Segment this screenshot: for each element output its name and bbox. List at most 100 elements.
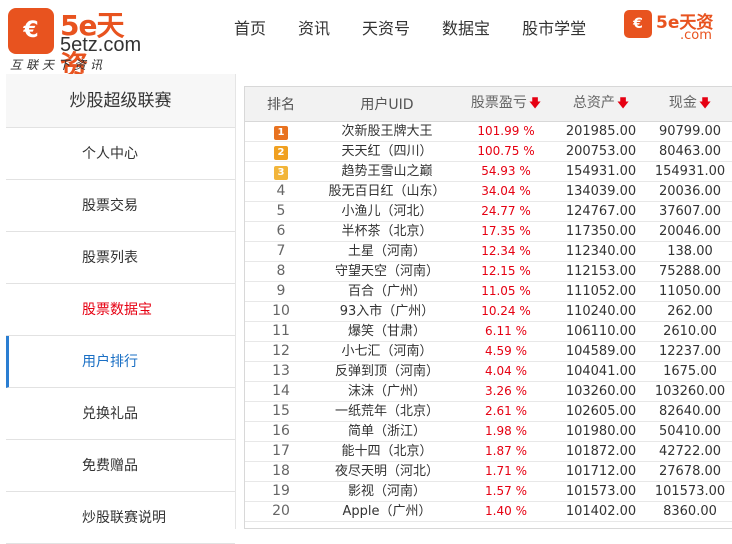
- cell-user[interactable]: 夜尽天明（河北）: [317, 461, 457, 482]
- rank-number: 4: [276, 182, 286, 199]
- table-header-row: 排名 用户UID 股票盈亏 🡇 总资产 🡇 现金 🡇: [245, 87, 732, 122]
- header-profit-sort[interactable]: 股票盈亏 🡇: [457, 87, 555, 122]
- nav-databao[interactable]: 数据宝: [442, 18, 490, 40]
- cell-profit: 1.71 %: [457, 461, 555, 482]
- table-row: 4 股无百日红（山东） 34.04 % 134039.00 20036.00: [245, 181, 732, 202]
- sidebar-item-personal-center[interactable]: 个人中心: [6, 128, 235, 180]
- rank-number: 5: [276, 202, 286, 219]
- cell-profit: 11.05 %: [457, 281, 555, 302]
- cell-user[interactable]: 天天红（四川）: [317, 141, 457, 162]
- table-row: 3 趋势王雪山之巅 54.93 % 154931.00 154931.00: [245, 161, 732, 182]
- nav-news[interactable]: 资讯: [298, 18, 330, 40]
- table-row: 1 次新股王牌大王 101.99 % 201985.00 90799.00: [245, 121, 732, 142]
- table-row: 15 一纸荒年（北京） 2.61 % 102605.00 82640.00: [245, 401, 732, 422]
- cell-profit: 1.98 %: [457, 421, 555, 442]
- rank-number: 19: [272, 482, 290, 499]
- header-user-uid: 用户UID: [317, 87, 457, 122]
- cell-cash: 101573.00: [647, 481, 732, 502]
- cell-profit: 54.93 %: [457, 161, 555, 182]
- cell-cash: 27678.00: [647, 461, 732, 482]
- header-assets-sort[interactable]: 总资产 🡇: [555, 87, 647, 122]
- cell-user[interactable]: 百合（广州）: [317, 281, 457, 302]
- cell-rank: 1: [245, 121, 317, 142]
- cell-rank: 2: [245, 141, 317, 162]
- rank-number: 15: [272, 402, 290, 419]
- cell-user[interactable]: 爆笑（甘肃）: [317, 321, 457, 342]
- table-row: 16 简单（浙江） 1.98 % 101980.00 50410.00: [245, 421, 732, 442]
- secondary-logo[interactable]: € 5e天资 .com: [624, 10, 732, 46]
- sidebar-item-stock-list[interactable]: 股票列表: [6, 232, 235, 284]
- cell-user[interactable]: 反弹到顶（河南）: [317, 361, 457, 382]
- cell-rank: 19: [245, 481, 317, 502]
- cell-profit: 12.15 %: [457, 261, 555, 282]
- cell-assets: 104041.00: [555, 361, 647, 382]
- logo2-mark-icon: €: [624, 10, 652, 38]
- cell-profit: 2.61 %: [457, 401, 555, 422]
- ranking-table-container: 排名 用户UID 股票盈亏 🡇 总资产 🡇 现金 🡇 1 次新股王牌大王 101.99 %…: [244, 86, 732, 529]
- cell-user[interactable]: 股无百日红（山东）: [317, 181, 457, 202]
- cell-user[interactable]: 趋势王雪山之巅: [317, 161, 457, 182]
- cell-user[interactable]: 守望天空（河南）: [317, 261, 457, 282]
- cell-user[interactable]: 半杯茶（北京）: [317, 221, 457, 242]
- cell-user[interactable]: 能十四（北京）: [317, 441, 457, 462]
- cell-profit: 1.87 %: [457, 441, 555, 462]
- cell-user[interactable]: 简单（浙江）: [317, 421, 457, 442]
- sidebar-item-gift-exchange[interactable]: 兑换礼品: [6, 388, 235, 440]
- cell-user[interactable]: 小七汇（河南）: [317, 341, 457, 362]
- table-row: 10 93入市（广州） 10.24 % 110240.00 262.00: [245, 301, 732, 322]
- cell-assets: 101402.00: [555, 501, 647, 522]
- cell-assets: 201985.00: [555, 121, 647, 142]
- cell-profit: 101.99 %: [457, 121, 555, 142]
- cell-cash: 12237.00: [647, 341, 732, 362]
- cell-assets: 110240.00: [555, 301, 647, 322]
- sidebar-item-user-ranking[interactable]: 用户排行: [6, 336, 235, 388]
- cell-user[interactable]: 土星（河南）: [317, 241, 457, 262]
- rank-number: 9: [276, 282, 286, 299]
- table-row: 9 百合（广州） 11.05 % 111052.00 11050.00: [245, 281, 732, 302]
- cell-rank: 11: [245, 321, 317, 342]
- cell-user[interactable]: 沫沫（广州）: [317, 381, 457, 402]
- cell-assets: 200753.00: [555, 141, 647, 162]
- cell-assets: 111052.00: [555, 281, 647, 302]
- table-row: 20 Apple（广州） 1.40 % 101402.00 8360.00: [245, 501, 732, 522]
- ranking-table: 排名 用户UID 股票盈亏 🡇 总资产 🡇 现金 🡇 1 次新股王牌大王 101.99 %…: [245, 87, 732, 522]
- nav-school[interactable]: 股市学堂: [522, 18, 586, 40]
- sidebar-item-stock-trading[interactable]: 股票交易: [6, 180, 235, 232]
- cell-profit: 4.59 %: [457, 341, 555, 362]
- cell-user[interactable]: 93入市（广州）: [317, 301, 457, 322]
- sidebar-item-free-gifts[interactable]: 免费赠品: [6, 440, 235, 492]
- table-row: 6 半杯茶（北京） 17.35 % 117350.00 20046.00: [245, 221, 732, 242]
- cell-profit: 1.57 %: [457, 481, 555, 502]
- site-logo[interactable]: € 5e天资 5etz.com 互联天下资讯: [8, 6, 148, 82]
- cell-assets: 134039.00: [555, 181, 647, 202]
- cell-assets: 101573.00: [555, 481, 647, 502]
- cell-cash: 2610.00: [647, 321, 732, 342]
- cell-cash: 82640.00: [647, 401, 732, 422]
- cell-assets: 124767.00: [555, 201, 647, 222]
- cell-cash: 11050.00: [647, 281, 732, 302]
- nav-home[interactable]: 首页: [234, 18, 266, 40]
- table-row: 2 天天红（四川） 100.75 % 200753.00 80463.00: [245, 141, 732, 162]
- sidebar-item-stock-databao[interactable]: 股票数据宝: [6, 284, 235, 336]
- sidebar-item-league-rules[interactable]: 炒股联赛说明: [6, 492, 235, 544]
- sort-down-arrow-icon: 🡇: [528, 96, 542, 111]
- cell-user[interactable]: 小渔儿（河北）: [317, 201, 457, 222]
- cell-user[interactable]: 一纸荒年（北京）: [317, 401, 457, 422]
- table-body: 1 次新股王牌大王 101.99 % 201985.00 90799.00 2 天天红（四川…: [245, 121, 732, 522]
- cell-user[interactable]: 次新股王牌大王: [317, 121, 457, 142]
- site-header: € 5e天资 5etz.com 互联天下资讯 首页 资讯 天资号 数据宝 股市学…: [0, 0, 732, 82]
- nav-tianzihao[interactable]: 天资号: [362, 18, 410, 40]
- cell-assets: 102605.00: [555, 401, 647, 422]
- cell-cash: 20046.00: [647, 221, 732, 242]
- header-rank: 排名: [245, 87, 317, 122]
- logo-mark-icon: €: [8, 8, 54, 54]
- cell-user[interactable]: 影视（河南）: [317, 481, 457, 502]
- rank-medal-icon: 2: [274, 145, 288, 160]
- rank-number: 17: [272, 442, 290, 459]
- sort-down-arrow-icon: 🡇: [616, 96, 630, 111]
- cell-cash: 138.00: [647, 241, 732, 262]
- table-row: 7 土星（河南） 12.34 % 112340.00 138.00: [245, 241, 732, 262]
- cell-user[interactable]: Apple（广州）: [317, 501, 457, 522]
- cell-cash: 262.00: [647, 301, 732, 322]
- header-cash-sort[interactable]: 现金 🡇: [647, 87, 732, 122]
